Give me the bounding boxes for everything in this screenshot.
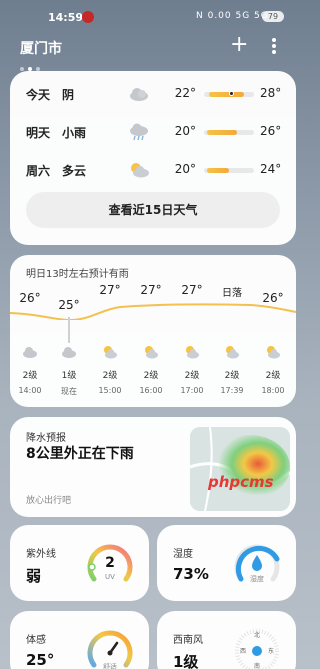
hourly-temp: 26° [262,291,284,305]
humidity-label: 湿度 [173,549,193,560]
partly-cloudy-icon [267,346,280,359]
hourly-time: 14:00 [18,386,42,395]
hourly-time: 18:00 [261,386,285,395]
forecast-condition: 多云 [62,164,87,178]
cloud-icon [23,347,37,358]
hourly-temp: 27° [140,283,162,297]
hourly-wind-level: 2级 [184,371,200,381]
hourly-time: 16:00 [139,386,163,395]
uv-index: 2 [105,555,115,571]
rain-notice: 明日13时左右预计有雨 [26,269,129,280]
cloud-icon [62,347,76,358]
uv-index-card[interactable]: 紫外线 弱 2 UV [10,525,149,601]
compass-north: 北 [254,631,260,639]
water-drop-icon [252,555,262,571]
forecast-row-saturday[interactable]: 周六 多云 20° 24° [10,157,296,183]
forecast-high: 28° [260,86,282,100]
forecast-condition: 小雨 [62,126,87,140]
partly-cloudy-icon [145,346,158,359]
forecast-condition: 阴 [62,88,75,102]
hourly-temp: 25° [58,298,80,312]
hourly-forecast-card: 明日13时左右预计有雨 26° 2级 14:00 25° 1级 现在 27° 2… [10,255,296,407]
wind-card[interactable]: 西南风 1级 北 西 东 南 [157,611,296,669]
sunset-label: 日落 [222,288,242,299]
partly-cloudy-icon [104,346,117,359]
compass-east: 东 [268,647,274,655]
hourly-wind-level: 2级 [102,371,118,381]
humidity-gauge-label: 湿度 [250,574,264,583]
forecast-row-today[interactable]: 今天 阴 22° 28° [10,81,296,107]
view-15-day-forecast-button[interactable]: 查看近15日天气 [26,192,280,228]
hourly-wind-level: 1级 [61,371,77,381]
more-menu-icon[interactable] [264,36,284,56]
forecast-day: 明天 [26,126,51,140]
hourly-temp: 27° [99,283,121,297]
hourly-time: 17:39 [220,386,244,395]
precipitation-subtitle: 放心出行吧 [26,496,72,506]
uv-value: 弱 [26,567,42,585]
city-header: 厦门市 + [0,30,307,66]
precipitation-headline: 8公里外正在下雨 [26,446,134,462]
forecast-low: 20° [174,124,196,138]
temperature-range-bar [204,91,254,97]
compass-south: 南 [254,662,260,669]
hourly-time: 17:00 [180,386,204,395]
humidity-value: 73% [173,565,209,583]
forecast-high: 26° [260,124,282,138]
hourly-temp: 26° [19,291,41,305]
forecast-low: 20° [174,162,196,176]
cloud-icon [130,88,148,101]
forecast-day: 周六 [26,164,51,178]
temperature-range-bar [204,168,254,173]
current-temp-dot [229,91,234,96]
battery-icon: 79 [262,11,284,22]
uv-unit: UV [105,573,115,581]
watermark-logo: phpcms [208,473,274,491]
hourly-wind-level: 2级 [224,371,240,381]
wind-direction-label: 西南风 [173,635,203,646]
forecast-row-tomorrow[interactable]: 明天 小雨 20° 26° [10,119,296,145]
humidity-card[interactable]: 湿度 73% 湿度 [157,525,296,601]
hourly-wind-level: 2级 [22,371,38,381]
feels-like-card[interactable]: 体感 25° 舒适 [10,611,149,669]
temperature-range-bar [204,130,254,135]
page-indicator [20,56,44,71]
city-title[interactable]: 厦门市 [20,38,62,58]
feels-like-label: 体感 [26,635,46,646]
forecast-high: 24° [260,162,282,176]
rain-cloud-icon [130,123,148,141]
status-time: 14:59 [48,11,84,24]
compass-icon: 北 西 东 南 [235,629,279,669]
partly-cloudy-icon [131,163,149,178]
hourly-temp: 27° [181,283,203,297]
partly-cloudy-icon [226,346,239,359]
status-bar: 14:59 N 0.00 5G 5G⁺ᵢₗ 79 [0,0,307,30]
forecast-day: 今天 [26,88,51,102]
hourly-time: 15:00 [98,386,122,395]
feels-like-gauge-icon: 舒适 [87,630,133,669]
feels-like-gauge-label: 舒适 [103,662,117,669]
feels-like-value: 25° [26,651,55,669]
hourly-time: 现在 [61,387,77,396]
now-marker [68,317,70,343]
partly-cloudy-icon [186,346,199,359]
compass-west: 西 [240,648,246,655]
notification-app-icon [82,11,94,23]
uv-label: 紫外线 [26,549,56,560]
hourly-wind-level: 2级 [143,371,159,381]
uv-gauge-icon: 2 UV [87,544,133,582]
add-city-button[interactable]: + [230,32,248,58]
precipitation-title: 降水预报 [26,433,66,444]
daily-forecast-card: 今天 阴 22° 28° 明天 小雨 20° 26° 周六 多云 20° 24°… [10,71,296,245]
hourly-wind-level: 2级 [265,371,281,381]
precipitation-map[interactable] [190,427,290,511]
precipitation-card[interactable]: 降水预报 8公里外正在下雨 放心出行吧 phpcms [10,417,296,517]
humidity-gauge-icon: 湿度 [234,544,280,583]
forecast-low: 22° [174,86,196,100]
wind-level-value: 1级 [173,653,199,669]
